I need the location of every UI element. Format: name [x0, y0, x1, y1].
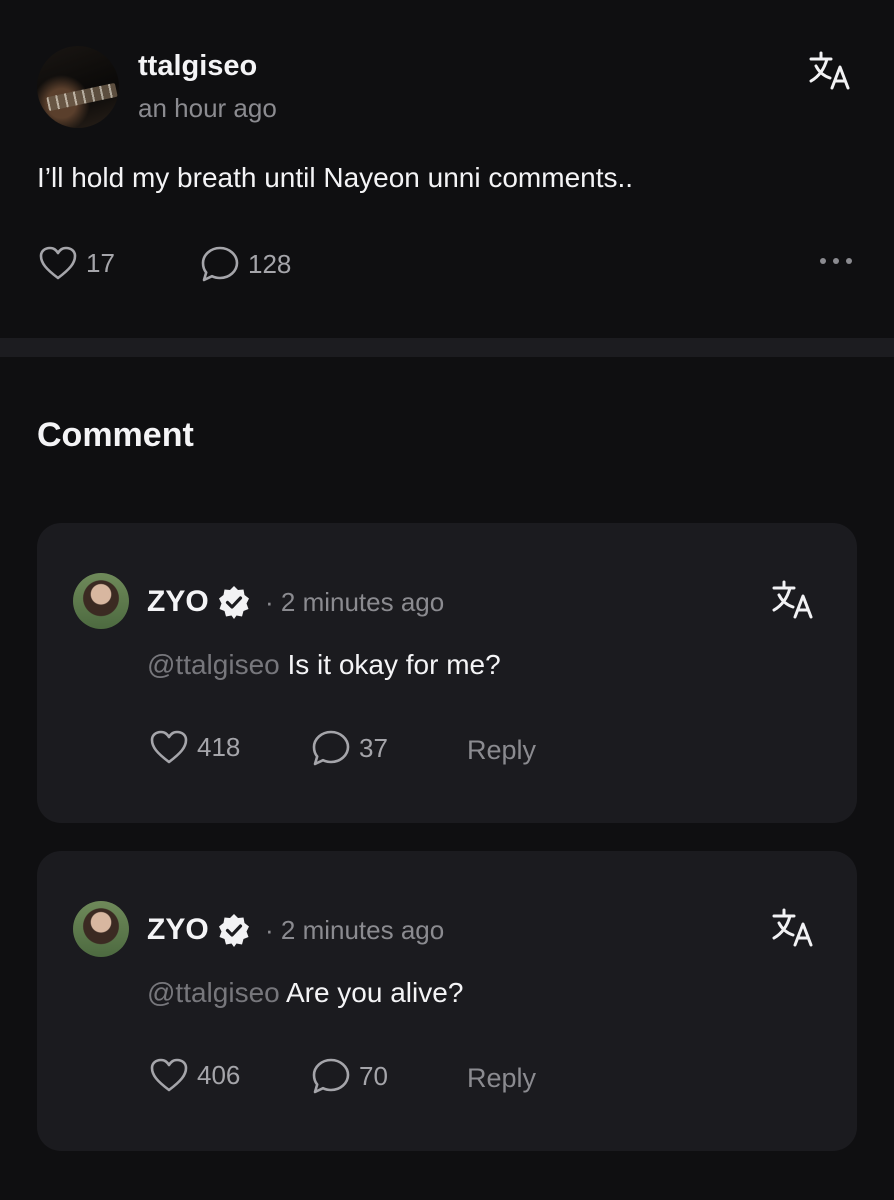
comment-timestamp: · 2 minutes ago	[265, 915, 445, 945]
section-divider	[0, 338, 894, 357]
comment-message: Is it okay for me?	[287, 649, 501, 680]
comment-author[interactable]: ZYO	[147, 585, 251, 619]
comment-author-avatar[interactable]	[73, 573, 129, 629]
post-timestamp: an hour ago	[138, 93, 277, 123]
post: ttalgiseo an hour ago I’ll hold my breat…	[0, 0, 894, 338]
comment-card: ZYO · 2 minutes ago @ttalgiseo Is it oka…	[37, 523, 857, 823]
comment-reply-count: 37	[359, 732, 388, 763]
post-comment-button[interactable]: 128	[200, 245, 291, 283]
translate-icon[interactable]	[808, 50, 852, 92]
heart-icon	[150, 730, 188, 764]
reply-button[interactable]: Reply	[467, 1063, 536, 1094]
comment-reply-count: 70	[359, 1060, 388, 1091]
comment-reply-count-button[interactable]: 37	[311, 729, 388, 767]
comment-like-count: 406	[197, 1059, 241, 1090]
more-dots-icon[interactable]	[820, 258, 852, 264]
translate-icon[interactable]	[771, 907, 815, 949]
comment-message: Are you alive?	[285, 977, 464, 1008]
reply-button[interactable]: Reply	[467, 735, 536, 766]
heart-icon	[150, 1058, 188, 1092]
comment-reply-count-button[interactable]: 70	[311, 1057, 388, 1095]
verified-badge-icon	[218, 586, 249, 619]
comment-text: @ttalgiseo Is it okay for me?	[147, 649, 501, 681]
speech-bubble-icon	[201, 246, 239, 282]
post-like-button[interactable]: 17	[38, 245, 115, 281]
post-like-count: 17	[86, 247, 115, 278]
post-comment-count: 128	[248, 248, 292, 279]
comment-mention[interactable]: @ttalgiseo	[147, 977, 280, 1008]
comment-author-name: ZYO	[147, 913, 209, 946]
comment-mention[interactable]: @ttalgiseo	[147, 649, 280, 680]
comment-like-count: 418	[197, 731, 241, 762]
translate-icon[interactable]	[771, 579, 815, 621]
verified-badge-icon	[218, 914, 249, 947]
heart-icon	[39, 246, 77, 280]
post-author-avatar[interactable]	[37, 46, 119, 128]
post-author-name[interactable]: ttalgiseo	[138, 50, 257, 83]
comment-like-button[interactable]: 406	[149, 1057, 240, 1093]
speech-bubble-icon	[312, 730, 350, 766]
post-body-text: I’ll hold my breath until Nayeon unni co…	[37, 162, 634, 193]
comment-author[interactable]: ZYO	[147, 913, 251, 947]
comment-like-button[interactable]: 418	[149, 729, 240, 765]
comment-author-name: ZYO	[147, 585, 209, 618]
comment-timestamp: · 2 minutes ago	[265, 587, 445, 617]
comment-author-avatar[interactable]	[73, 901, 129, 957]
speech-bubble-icon	[312, 1058, 350, 1094]
comment-section-title: Comment	[37, 416, 194, 454]
comment-card: ZYO · 2 minutes ago @ttalgiseo Are you a…	[37, 851, 857, 1151]
comment-text: @ttalgiseo Are you alive?	[147, 977, 463, 1009]
